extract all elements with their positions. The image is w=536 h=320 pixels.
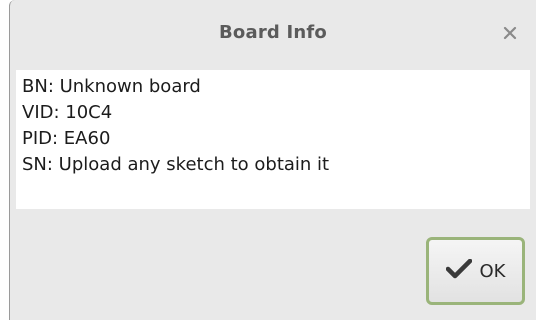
board-info-dialog: Board Info BN: Unknown board VID: 10C4 P… — [9, 0, 536, 320]
board-info-text: BN: Unknown board VID: 10C4 PID: EA60 SN… — [16, 70, 530, 209]
ok-button-label: OK — [479, 260, 506, 282]
ok-button[interactable]: OK — [426, 237, 525, 305]
close-button[interactable] — [496, 19, 524, 47]
info-line-pid: PID: EA60 — [22, 128, 111, 149]
info-line-vid: VID: 10C4 — [22, 102, 113, 123]
info-line-bn: BN: Unknown board — [22, 76, 201, 97]
info-line-sn: SN: Upload any sketch to obtain it — [22, 154, 330, 175]
close-icon — [503, 26, 517, 40]
dialog-titlebar[interactable]: Board Info — [10, 0, 536, 66]
checkmark-icon — [445, 258, 472, 283]
dialog-title: Board Info — [219, 22, 327, 43]
